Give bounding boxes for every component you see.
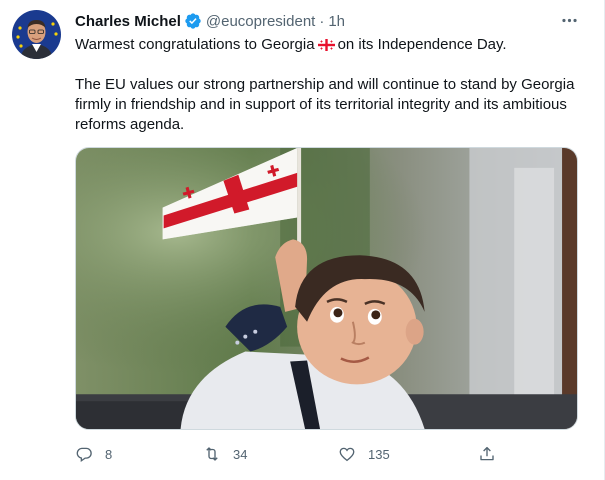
child-with-flag-photo bbox=[76, 148, 577, 429]
tweet-text: Warmest congratulations to Georgia on it… bbox=[75, 35, 585, 135]
tweet-actions: 8 34 135 bbox=[75, 443, 505, 465]
author-handle[interactable]: @eucopresident bbox=[206, 13, 315, 30]
more-options-icon[interactable] bbox=[556, 10, 582, 30]
tweet-paragraph-2: The EU values our strong partnership and… bbox=[75, 76, 575, 133]
timestamp[interactable]: 1h bbox=[328, 13, 345, 30]
avatar-image bbox=[12, 10, 61, 59]
retweet-count: 34 bbox=[233, 446, 248, 462]
share-button[interactable] bbox=[478, 443, 496, 465]
reply-count: 8 bbox=[105, 446, 113, 462]
tweet-card[interactable]: Charles Michel @eucopresident · 1h Warme… bbox=[0, 0, 605, 480]
heart-icon bbox=[338, 445, 356, 463]
separator-dot: · bbox=[319, 12, 325, 30]
share-icon bbox=[478, 445, 496, 463]
tweet-text-part2: on its Independence Day. bbox=[337, 36, 507, 53]
tweet-paragraph-1: Warmest congratulations to Georgia on it… bbox=[75, 35, 585, 55]
georgia-flag-icon bbox=[317, 37, 335, 51]
verified-badge-icon bbox=[184, 12, 202, 30]
retweet-button[interactable]: 34 bbox=[203, 443, 247, 465]
like-button[interactable]: 135 bbox=[338, 443, 390, 465]
tweet-header: Charles Michel @eucopresident · 1h bbox=[75, 11, 345, 31]
like-count: 135 bbox=[368, 446, 390, 462]
tweet-text-part1: Warmest congratulations to Georgia bbox=[75, 36, 315, 53]
avatar[interactable] bbox=[12, 10, 61, 59]
reply-icon bbox=[75, 445, 93, 463]
reply-button[interactable]: 8 bbox=[75, 443, 112, 465]
retweet-icon bbox=[203, 445, 221, 463]
tweet-photo[interactable] bbox=[75, 147, 578, 430]
author-name[interactable]: Charles Michel bbox=[75, 13, 181, 30]
